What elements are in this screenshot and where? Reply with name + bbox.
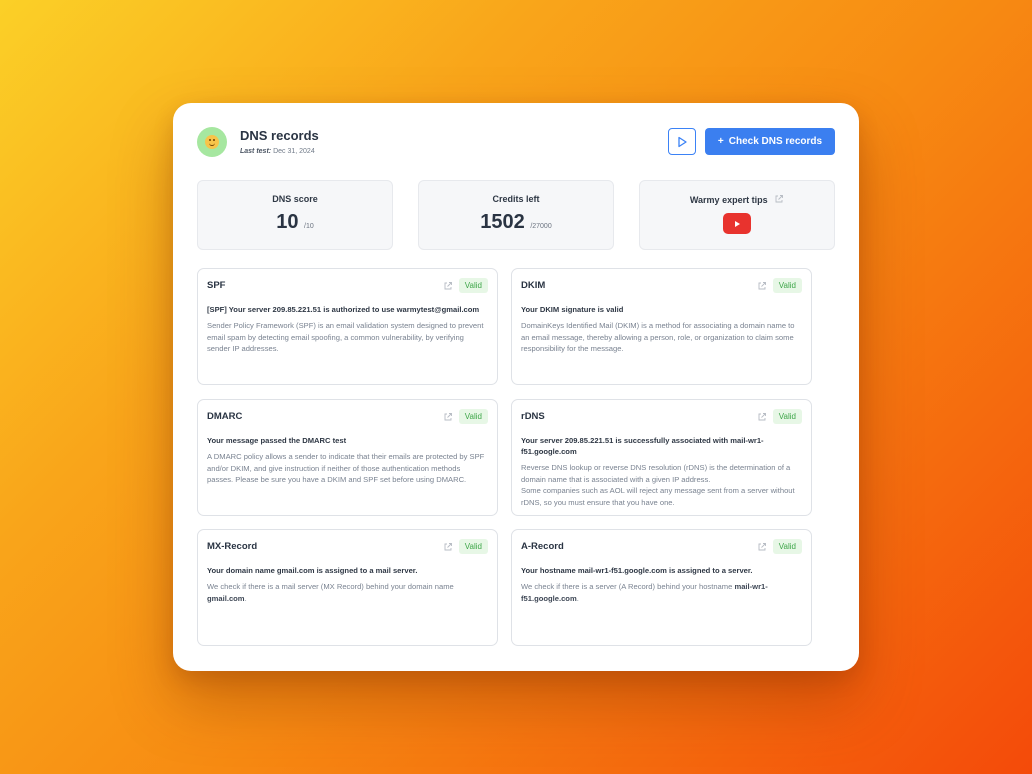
record-card-rdns: rDNS Valid Your server 209.85.221.51 is … — [511, 399, 812, 516]
record-description: DomainKeys Identified Mail (DKIM) is a m… — [521, 321, 795, 353]
record-card-dmarc: DMARC Valid Your message passed the DMAR… — [197, 399, 498, 516]
dns-score-suffix: /10 — [304, 223, 314, 230]
record-headline: Your message passed the DMARC test — [207, 436, 347, 445]
plus-icon: + — [717, 136, 724, 147]
play-icon — [678, 136, 687, 147]
last-test-date: Dec 31, 2024 — [273, 148, 315, 155]
status-badge: Valid — [458, 539, 488, 554]
status-badge: Valid — [458, 409, 488, 424]
dns-score-value: 10 /10 — [276, 211, 314, 233]
record-description: Reverse DNS lookup or reverse DNS resolu… — [521, 463, 795, 507]
external-link-icon[interactable] — [757, 542, 767, 552]
play-button[interactable] — [668, 128, 696, 155]
record-headline: Your server 209.85.221.51 is successfull… — [521, 436, 764, 456]
record-headline: [SPF] Your server 209.85.221.51 is autho… — [207, 305, 480, 314]
last-test-label: Last test: — [240, 148, 272, 155]
record-description: A DMARC policy allows a sender to indica… — [207, 452, 485, 484]
record-description: Sender Policy Framework (SPF) is an emai… — [207, 321, 484, 353]
check-button-label: Check DNS records — [728, 136, 823, 147]
external-link-icon[interactable] — [443, 412, 453, 422]
dns-records-panel: DNS records Last test: Dec 31, 2024 + Ch… — [173, 103, 859, 671]
check-dns-records-button[interactable]: + Check DNS records — [705, 128, 835, 155]
dns-score-card: DNS score 10 /10 — [197, 180, 393, 250]
last-test-info: Last test: Dec 31, 2024 — [240, 148, 315, 155]
panel-header: DNS records Last test: Dec 31, 2024 + Ch… — [197, 127, 835, 159]
record-card-spf: SPF Valid [SPF] Your server 209.85.221.5… — [197, 268, 498, 385]
page-title: DNS records — [240, 128, 319, 143]
status-badge: Valid — [772, 409, 802, 424]
expert-tips-card[interactable]: Warmy expert tips — [639, 180, 835, 250]
dns-score-label: DNS score — [272, 194, 318, 204]
credits-label: Credits left — [492, 194, 540, 204]
avatar — [197, 127, 227, 157]
record-headline: Your DKIM signature is valid — [521, 305, 624, 314]
smiley-icon — [205, 135, 219, 149]
external-link-icon[interactable] — [774, 194, 784, 204]
record-headline: Your hostname mail-wr1-f51.google.com is… — [521, 566, 753, 575]
external-link-icon[interactable] — [757, 281, 767, 291]
status-badge: Valid — [772, 278, 802, 293]
record-card-mx: MX-Record Valid Your domain name gmail.c… — [197, 529, 498, 646]
record-description: We check if there is a mail server (MX R… — [207, 582, 454, 603]
external-link-icon[interactable] — [443, 542, 453, 552]
external-link-icon[interactable] — [443, 281, 453, 291]
status-badge: Valid — [458, 278, 488, 293]
youtube-icon[interactable] — [723, 213, 751, 234]
credits-card: Credits left 1502 /27000 — [418, 180, 614, 250]
external-link-icon[interactable] — [757, 412, 767, 422]
record-card-a: A-Record Valid Your hostname mail-wr1-f5… — [511, 529, 812, 646]
record-headline: Your domain name gmail.com is assigned t… — [207, 566, 418, 575]
credits-value: 1502 /27000 — [480, 211, 552, 233]
record-description: We check if there is a server (A Record)… — [521, 582, 768, 603]
status-badge: Valid — [772, 539, 802, 554]
credits-suffix: /27000 — [530, 223, 552, 230]
record-card-dkim: DKIM Valid Your DKIM signature is valid … — [511, 268, 812, 385]
expert-tips-label: Warmy expert tips — [640, 194, 834, 205]
